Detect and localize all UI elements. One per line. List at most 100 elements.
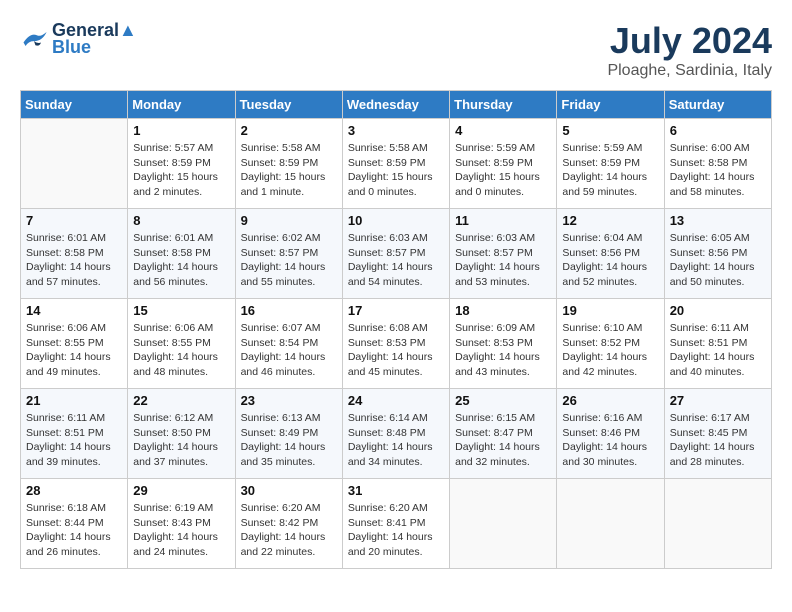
day-info: Sunrise: 6:08 AM Sunset: 8:53 PM Dayligh… <box>348 321 444 380</box>
calendar-cell: 2 Sunrise: 5:58 AM Sunset: 8:59 PM Daylig… <box>235 119 342 209</box>
day-number: 23 <box>241 393 337 408</box>
column-header-tuesday: Tuesday <box>235 91 342 119</box>
column-header-wednesday: Wednesday <box>342 91 449 119</box>
calendar-cell: 23 Sunrise: 6:13 AM Sunset: 8:49 PM Dayli… <box>235 389 342 479</box>
logo-bird-icon <box>20 28 48 50</box>
day-number: 2 <box>241 123 337 138</box>
calendar-cell: 4Sunrise: 5:59 AM Sunset: 8:59 PM Daylig… <box>450 119 557 209</box>
location: Ploaghe, Sardinia, Italy <box>607 62 772 80</box>
day-info: Sunrise: 5:57 AM Sunset: 8:59 PM Dayligh… <box>133 141 229 200</box>
month-title: July 2024 <box>607 20 772 62</box>
day-info: Sunrise: 6:01 AM Sunset: 8:58 PM Dayligh… <box>26 231 122 290</box>
day-info: Sunrise: 5:58 AM Sunset: 8:59 PM Dayligh… <box>241 141 337 200</box>
day-number: 29 <box>133 483 229 498</box>
day-number: 11 <box>455 213 551 228</box>
day-info: Sunrise: 6:17 AM Sunset: 8:45 PM Dayligh… <box>670 411 766 470</box>
day-number: 17 <box>348 303 444 318</box>
day-info: Sunrise: 6:14 AM Sunset: 8:48 PM Dayligh… <box>348 411 444 470</box>
calendar-cell <box>450 479 557 569</box>
day-info: Sunrise: 6:05 AM Sunset: 8:56 PM Dayligh… <box>670 231 766 290</box>
day-info: Sunrise: 5:59 AM Sunset: 8:59 PM Dayligh… <box>455 141 551 200</box>
calendar-cell: 19 Sunrise: 6:10 AM Sunset: 8:52 PM Dayli… <box>557 299 664 389</box>
day-number: 20 <box>670 303 766 318</box>
day-number: 25 <box>455 393 551 408</box>
calendar-cell: 27Sunrise: 6:17 AM Sunset: 8:45 PM Dayli… <box>664 389 771 479</box>
calendar-week-1: 1 Sunrise: 5:57 AM Sunset: 8:59 PM Daylig… <box>21 119 772 209</box>
day-number: 18 <box>455 303 551 318</box>
calendar-cell: 28Sunrise: 6:18 AM Sunset: 8:44 PM Dayli… <box>21 479 128 569</box>
day-number: 22 <box>133 393 229 408</box>
day-info: Sunrise: 6:03 AM Sunset: 8:57 PM Dayligh… <box>455 231 551 290</box>
calendar-cell: 22 Sunrise: 6:12 AM Sunset: 8:50 PM Dayli… <box>128 389 235 479</box>
day-number: 12 <box>562 213 658 228</box>
calendar-cell: 31 Sunrise: 6:20 AM Sunset: 8:41 PM Dayli… <box>342 479 449 569</box>
calendar-header: SundayMondayTuesdayWednesdayThursdayFrid… <box>21 91 772 119</box>
calendar-cell: 18Sunrise: 6:09 AM Sunset: 8:53 PM Dayli… <box>450 299 557 389</box>
day-number: 16 <box>241 303 337 318</box>
calendar-cell: 15 Sunrise: 6:06 AM Sunset: 8:55 PM Dayli… <box>128 299 235 389</box>
calendar-cell: 14 Sunrise: 6:06 AM Sunset: 8:55 PM Dayli… <box>21 299 128 389</box>
calendar-cell <box>21 119 128 209</box>
calendar-week-2: 7Sunrise: 6:01 AM Sunset: 8:58 PM Daylig… <box>21 209 772 299</box>
calendar-cell: 24Sunrise: 6:14 AM Sunset: 8:48 PM Dayli… <box>342 389 449 479</box>
day-number: 1 <box>133 123 229 138</box>
calendar-cell: 7Sunrise: 6:01 AM Sunset: 8:58 PM Daylig… <box>21 209 128 299</box>
column-header-saturday: Saturday <box>664 91 771 119</box>
calendar-cell: 11 Sunrise: 6:03 AM Sunset: 8:57 PM Dayli… <box>450 209 557 299</box>
day-number: 5 <box>562 123 658 138</box>
day-info: Sunrise: 6:19 AM Sunset: 8:43 PM Dayligh… <box>133 501 229 560</box>
calendar-cell: 10 Sunrise: 6:03 AM Sunset: 8:57 PM Dayli… <box>342 209 449 299</box>
calendar-cell: 30 Sunrise: 6:20 AM Sunset: 8:42 PM Dayli… <box>235 479 342 569</box>
column-header-friday: Friday <box>557 91 664 119</box>
calendar-week-4: 21Sunrise: 6:11 AM Sunset: 8:51 PM Dayli… <box>21 389 772 479</box>
calendar-cell: 16 Sunrise: 6:07 AM Sunset: 8:54 PM Dayli… <box>235 299 342 389</box>
day-info: Sunrise: 6:03 AM Sunset: 8:57 PM Dayligh… <box>348 231 444 290</box>
calendar-cell: 3 Sunrise: 5:58 AM Sunset: 8:59 PM Daylig… <box>342 119 449 209</box>
calendar-cell: 8 Sunrise: 6:01 AM Sunset: 8:58 PM Daylig… <box>128 209 235 299</box>
title-block: July 2024 Ploaghe, Sardinia, Italy <box>607 20 772 80</box>
column-header-sunday: Sunday <box>21 91 128 119</box>
calendar-cell: 26Sunrise: 6:16 AM Sunset: 8:46 PM Dayli… <box>557 389 664 479</box>
day-info: Sunrise: 6:06 AM Sunset: 8:55 PM Dayligh… <box>26 321 122 380</box>
day-info: Sunrise: 5:58 AM Sunset: 8:59 PM Dayligh… <box>348 141 444 200</box>
calendar-cell: 17 Sunrise: 6:08 AM Sunset: 8:53 PM Dayli… <box>342 299 449 389</box>
day-info: Sunrise: 6:02 AM Sunset: 8:57 PM Dayligh… <box>241 231 337 290</box>
day-number: 6 <box>670 123 766 138</box>
day-info: Sunrise: 6:20 AM Sunset: 8:41 PM Dayligh… <box>348 501 444 560</box>
day-number: 26 <box>562 393 658 408</box>
day-number: 30 <box>241 483 337 498</box>
day-info: Sunrise: 6:10 AM Sunset: 8:52 PM Dayligh… <box>562 321 658 380</box>
day-number: 13 <box>670 213 766 228</box>
day-number: 10 <box>348 213 444 228</box>
day-info: Sunrise: 6:07 AM Sunset: 8:54 PM Dayligh… <box>241 321 337 380</box>
calendar-cell: 5 Sunrise: 5:59 AM Sunset: 8:59 PM Daylig… <box>557 119 664 209</box>
day-number: 14 <box>26 303 122 318</box>
day-info: Sunrise: 6:06 AM Sunset: 8:55 PM Dayligh… <box>133 321 229 380</box>
column-header-monday: Monday <box>128 91 235 119</box>
logo: General▲ Blue <box>20 20 137 58</box>
calendar-cell: 12 Sunrise: 6:04 AM Sunset: 8:56 PM Dayli… <box>557 209 664 299</box>
day-number: 15 <box>133 303 229 318</box>
day-info: Sunrise: 5:59 AM Sunset: 8:59 PM Dayligh… <box>562 141 658 200</box>
calendar-cell: 1 Sunrise: 5:57 AM Sunset: 8:59 PM Daylig… <box>128 119 235 209</box>
day-info: Sunrise: 6:13 AM Sunset: 8:49 PM Dayligh… <box>241 411 337 470</box>
calendar-cell <box>664 479 771 569</box>
day-number: 21 <box>26 393 122 408</box>
calendar-cell: 20Sunrise: 6:11 AM Sunset: 8:51 PM Dayli… <box>664 299 771 389</box>
column-header-thursday: Thursday <box>450 91 557 119</box>
day-info: Sunrise: 6:00 AM Sunset: 8:58 PM Dayligh… <box>670 141 766 200</box>
day-number: 3 <box>348 123 444 138</box>
calendar-cell: 25Sunrise: 6:15 AM Sunset: 8:47 PM Dayli… <box>450 389 557 479</box>
day-info: Sunrise: 6:20 AM Sunset: 8:42 PM Dayligh… <box>241 501 337 560</box>
day-info: Sunrise: 6:04 AM Sunset: 8:56 PM Dayligh… <box>562 231 658 290</box>
logo-text: General▲ Blue <box>52 20 137 58</box>
day-number: 19 <box>562 303 658 318</box>
day-number: 31 <box>348 483 444 498</box>
day-info: Sunrise: 6:01 AM Sunset: 8:58 PM Dayligh… <box>133 231 229 290</box>
calendar-cell: 29 Sunrise: 6:19 AM Sunset: 8:43 PM Dayli… <box>128 479 235 569</box>
calendar-table: SundayMondayTuesdayWednesdayThursdayFrid… <box>20 90 772 569</box>
day-info: Sunrise: 6:12 AM Sunset: 8:50 PM Dayligh… <box>133 411 229 470</box>
day-number: 28 <box>26 483 122 498</box>
day-number: 8 <box>133 213 229 228</box>
calendar-cell: 9Sunrise: 6:02 AM Sunset: 8:57 PM Daylig… <box>235 209 342 299</box>
